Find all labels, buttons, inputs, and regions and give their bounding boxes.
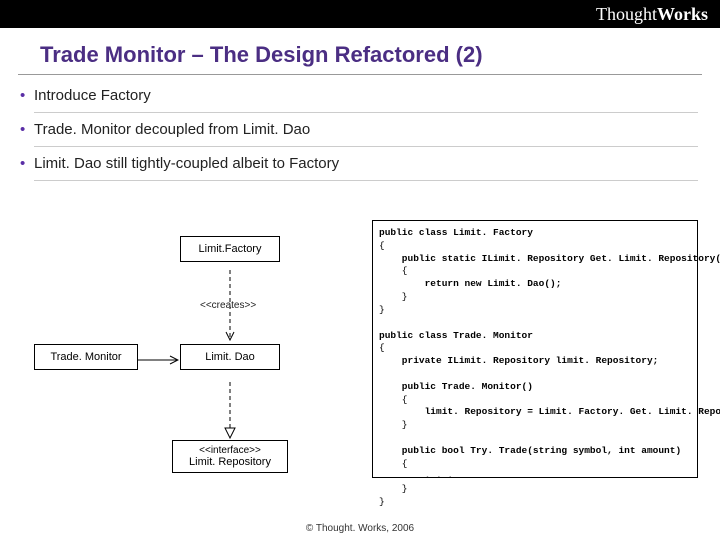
uml-interface-repository: <<interface>> Limit. Repository bbox=[172, 440, 288, 473]
code-sample: public class Limit. Factory { public sta… bbox=[372, 220, 698, 478]
brand-bar: ThoughtWorks bbox=[0, 0, 720, 28]
uml-label: Limit. Dao bbox=[205, 351, 255, 363]
uml-class-monitor: Trade. Monitor bbox=[34, 344, 138, 370]
diagram-area: Limit.Factory <<creates>> Trade. Monitor… bbox=[20, 220, 700, 500]
uml-label: Limit.Factory bbox=[199, 243, 262, 255]
bullet-item: Trade. Monitor decoupled from Limit. Dao bbox=[34, 113, 698, 147]
bullet-item: Introduce Factory bbox=[34, 79, 698, 113]
uml-stereotype: <<interface>> bbox=[179, 445, 281, 456]
uml-class-dao: Limit. Dao bbox=[180, 344, 280, 370]
uml-label: Trade. Monitor bbox=[50, 351, 121, 363]
slide-title: Trade Monitor – The Design Refactored (2… bbox=[18, 28, 702, 75]
brand-prefix: Thought bbox=[596, 4, 657, 25]
uml-creates-label: <<creates>> bbox=[200, 300, 256, 311]
uml-label: Limit. Repository bbox=[179, 456, 281, 468]
footer-copyright: © Thought. Works, 2006 bbox=[0, 523, 720, 534]
bullet-list: Introduce Factory Trade. Monitor decoupl… bbox=[0, 75, 720, 187]
brand-suffix: Works bbox=[657, 4, 708, 25]
bullet-item: Limit. Dao still tightly-coupled albeit … bbox=[34, 147, 698, 181]
uml-class-factory: Limit.Factory bbox=[180, 236, 280, 262]
